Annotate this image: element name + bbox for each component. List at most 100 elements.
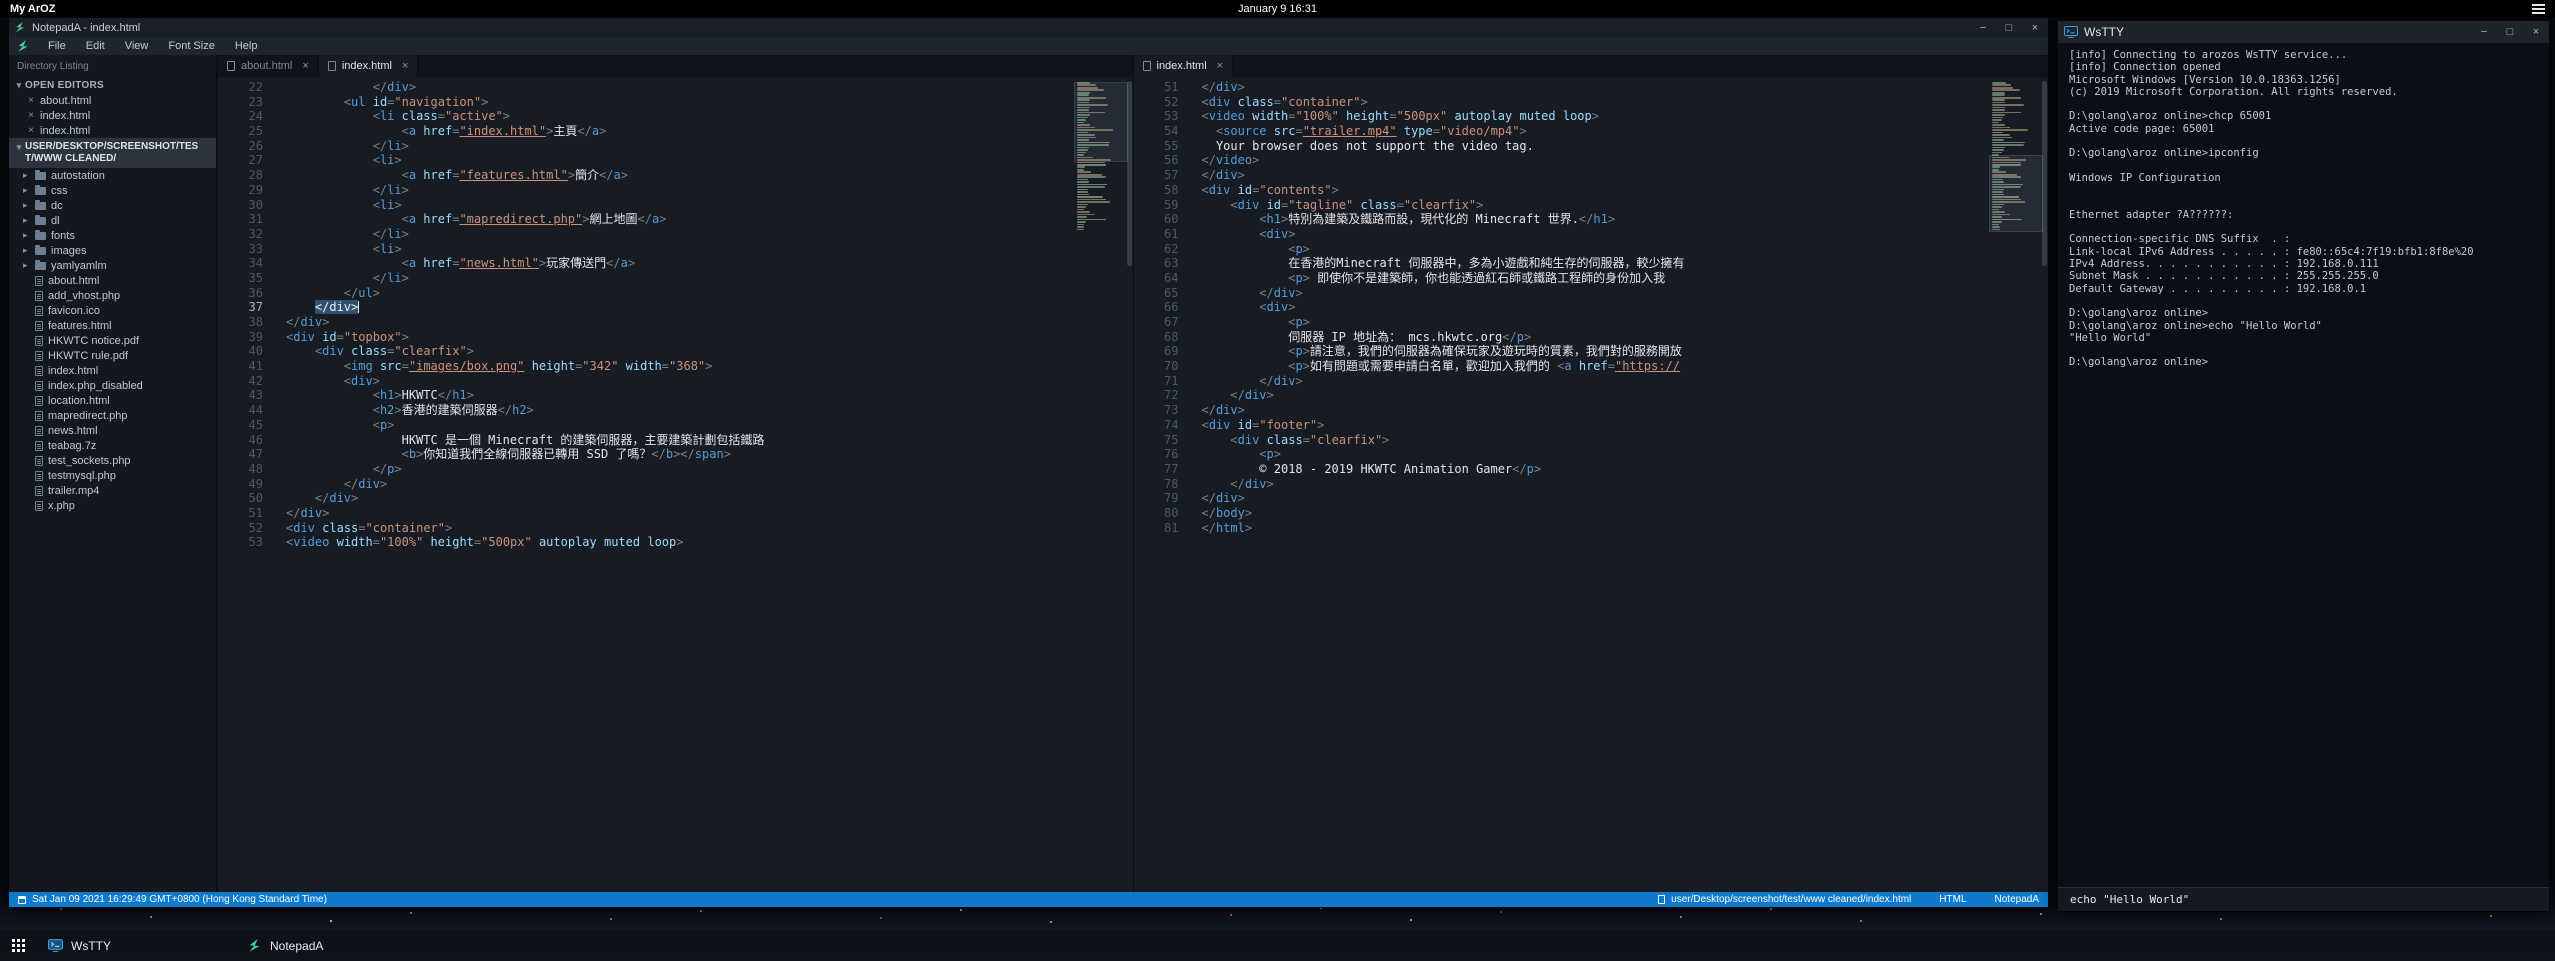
file-icon <box>35 351 43 361</box>
open-editor-item[interactable]: ×index.html <box>9 123 216 138</box>
file-item[interactable]: trailer.mp4 <box>9 483 216 498</box>
status-appname: NotepadA <box>1995 894 2039 905</box>
folder-icon <box>35 247 46 255</box>
folder-item[interactable]: ▸images <box>9 243 216 258</box>
taskbar-item-wstty[interactable]: WsTTY <box>36 930 236 961</box>
menu-item-edit[interactable]: Edit <box>76 40 115 52</box>
file-item[interactable]: HKWTC notice.pdf <box>9 333 216 348</box>
file-icon <box>227 61 235 71</box>
file-icon <box>35 426 43 436</box>
status-datetime: Sat Jan 09 2021 16:29:49 GMT+0800 (Hong … <box>32 894 327 905</box>
file-icon <box>35 456 43 466</box>
file-item[interactable]: about.html <box>9 273 216 288</box>
file-item[interactable]: test_sockets.php <box>9 453 216 468</box>
workspace-header[interactable]: ▾ USER/DESKTOP/SCREENSHOT/TEST/WWW CLEAN… <box>9 138 216 168</box>
close-button[interactable]: × <box>2523 21 2549 43</box>
tab-bar-1: about.html×index.html× <box>218 55 1133 77</box>
editor-2[interactable]: 5152535455565758596061626364656667686970… <box>1134 77 2049 892</box>
taskbar-item-label: NotepadA <box>270 939 323 953</box>
app-launcher-icon[interactable] <box>0 930 36 961</box>
scrollbar-thumb[interactable] <box>1127 81 1132 266</box>
city-lights-decoration <box>0 876 2 878</box>
folder-item[interactable]: ▸dl <box>9 213 216 228</box>
open-editor-item[interactable]: ×index.html <box>9 108 216 123</box>
system-clock: January 9 16:31 <box>1238 3 1317 15</box>
file-item[interactable]: index.php_disabled <box>9 378 216 393</box>
menu-item-view[interactable]: View <box>115 40 159 52</box>
folder-item[interactable]: ▸yamlyamlm <box>9 258 216 273</box>
file-icon <box>1143 61 1151 71</box>
open-editors-header[interactable]: ▾ OPEN EDITORS <box>9 77 216 93</box>
tab-close-icon[interactable]: × <box>1217 60 1223 72</box>
file-item[interactable]: HKWTC rule.pdf <box>9 348 216 363</box>
wstty-titlebar[interactable]: WsTTY − □ × <box>2058 21 2549 43</box>
line-number-gutter[interactable]: 2223242526272829303132333435363738394041… <box>218 80 278 892</box>
hamburger-menu-icon[interactable] <box>2532 4 2545 14</box>
terminal-output[interactable]: [info] Connecting to arozos WsTTY servic… <box>2058 43 2549 887</box>
system-top-bar: My ArOZ January 9 16:31 <box>0 0 2555 17</box>
maximize-button[interactable]: □ <box>2497 21 2523 43</box>
file-item[interactable]: add_vhost.php <box>9 288 216 303</box>
file-item[interactable]: features.html <box>9 318 216 333</box>
folder-icon <box>35 217 46 225</box>
notepada-icon <box>248 939 262 953</box>
minimap-viewport[interactable] <box>1989 155 2043 233</box>
folder-item[interactable]: ▸autostation <box>9 168 216 183</box>
maximize-button[interactable]: □ <box>1996 18 2022 37</box>
file-icon <box>35 411 43 421</box>
minimap[interactable] <box>1992 80 2040 889</box>
code-area[interactable]: </div><div class="container"><video widt… <box>1194 80 2049 892</box>
taskbar-item-label: WsTTY <box>71 939 111 953</box>
minimize-button[interactable]: − <box>1970 18 1996 37</box>
terminal-input-bar <box>2058 887 2549 911</box>
minimize-button[interactable]: − <box>2471 21 2497 43</box>
sidebar-title: Directory Listing <box>9 55 216 77</box>
close-button[interactable]: × <box>2022 18 2048 37</box>
menu-item-help[interactable]: Help <box>225 40 268 52</box>
file-item[interactable]: x.php <box>9 498 216 513</box>
close-icon[interactable]: × <box>25 110 37 121</box>
file-icon <box>35 396 43 406</box>
minimap[interactable] <box>1077 80 1125 889</box>
folder-item[interactable]: ▸fonts <box>9 228 216 243</box>
status-filepath: user/Desktop/screenshot/test/www cleaned… <box>1671 894 1911 905</box>
editor-tab[interactable]: index.html× <box>1134 55 1234 77</box>
line-number-gutter[interactable]: 5152535455565758596061626364656667686970… <box>1134 80 1194 892</box>
file-item[interactable]: news.html <box>9 423 216 438</box>
code-area[interactable]: </div> <ul id="navigation"> <li class="a… <box>278 80 1133 892</box>
folder-item[interactable]: ▸css <box>9 183 216 198</box>
tab-close-icon[interactable]: × <box>302 60 308 72</box>
editor-tab[interactable]: about.html× <box>218 55 319 77</box>
file-item[interactable]: teabag.7z <box>9 438 216 453</box>
terminal-input[interactable] <box>2068 892 2539 907</box>
taskbar-item-notepada[interactable]: NotepadA <box>236 930 436 961</box>
file-item[interactable]: favicon.ico <box>9 303 216 318</box>
notepada-menu-logo-icon <box>17 40 30 53</box>
folder-item[interactable]: ▸dc <box>9 198 216 213</box>
file-item[interactable]: mapredirect.php <box>9 408 216 423</box>
file-explorer-sidebar: Directory Listing ▾ OPEN EDITORS ×about.… <box>9 55 217 892</box>
file-item[interactable]: testmysql.php <box>9 468 216 483</box>
file-icon <box>35 336 43 346</box>
terminal-icon <box>48 939 63 952</box>
chevron-down-icon: ▾ <box>13 141 25 165</box>
notepada-window: NotepadA - index.html − □ × FileEditView… <box>8 17 2049 908</box>
menu-item-file[interactable]: File <box>38 40 76 52</box>
file-item[interactable]: index.html <box>9 363 216 378</box>
file-icon <box>35 471 43 481</box>
chevron-down-icon: ▾ <box>13 80 25 91</box>
open-editor-item[interactable]: ×about.html <box>9 93 216 108</box>
editor-pane-2: index.html× 5152535455565758596061626364… <box>1133 55 2049 892</box>
editor-tab[interactable]: index.html× <box>319 55 419 77</box>
close-icon[interactable]: × <box>25 95 37 106</box>
tab-close-icon[interactable]: × <box>402 60 408 72</box>
file-item[interactable]: location.html <box>9 393 216 408</box>
notepada-titlebar[interactable]: NotepadA - index.html − □ × <box>9 18 2048 37</box>
minimap-viewport[interactable] <box>1074 82 1128 162</box>
window-title: NotepadA - index.html <box>32 22 140 34</box>
close-icon[interactable]: × <box>25 125 37 136</box>
editor-1[interactable]: 2223242526272829303132333435363738394041… <box>218 77 1133 892</box>
scrollbar-thumb[interactable] <box>2042 81 2047 266</box>
menu-item-font-size[interactable]: Font Size <box>158 40 224 52</box>
file-icon <box>35 501 43 511</box>
